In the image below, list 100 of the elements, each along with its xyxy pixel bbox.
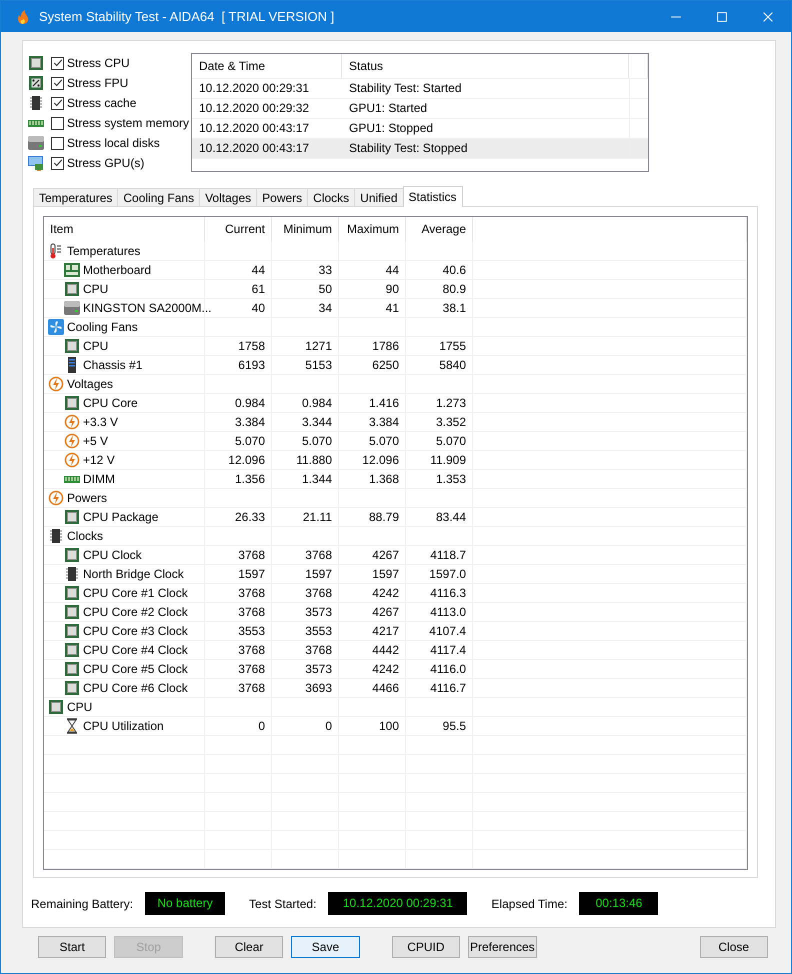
table-cell: 4242 <box>339 584 406 602</box>
button[interactable]: Save <box>291 936 360 958</box>
table-cell: 34 <box>272 299 339 317</box>
row-label: Cooling Fans <box>67 320 138 334</box>
table-cell: 3573 <box>272 603 339 621</box>
table-cell: 11.909 <box>406 451 473 469</box>
row-label: CPU <box>83 282 108 296</box>
table-cell: 80.9 <box>406 280 473 298</box>
selected-row-highlight[interactable]: 10.12.2020 00:43:17 Stability Test: Stopped <box>192 139 648 159</box>
row-label: CPU Core #5 Clock <box>83 662 188 676</box>
column-header[interactable]: Date & Time <box>192 54 342 78</box>
table-cell: 5153 <box>272 356 339 374</box>
close-icon <box>763 12 773 22</box>
table-cell: 3768 <box>205 603 272 621</box>
table-cell: 4442 <box>339 641 406 659</box>
chip-icon <box>64 680 80 696</box>
lightning-icon <box>48 490 64 506</box>
tab[interactable]: Statistics <box>402 186 463 207</box>
table-cell: 1597.0 <box>406 565 473 583</box>
table-cell: 1.353 <box>406 470 473 488</box>
row-label: DIMM <box>83 472 115 486</box>
table-cell: 41 <box>339 299 406 317</box>
field-label: Elapsed Time: <box>491 896 568 910</box>
row-label: Motherboard <box>83 263 152 277</box>
memory-chip-icon <box>27 95 45 111</box>
chip-icon <box>27 55 45 71</box>
table-cell: 3768 <box>205 641 272 659</box>
table-cell: 3.352 <box>406 413 473 431</box>
row-label: CPU Core #1 Clock <box>83 586 188 600</box>
lightning-icon <box>64 433 80 449</box>
table-cell: 5.070 <box>272 432 339 450</box>
tab[interactable]: Clocks <box>307 188 356 207</box>
table-cell: 21.11 <box>272 508 339 526</box>
row-label: CPU Core #3 Clock <box>83 624 188 638</box>
checkbox-label[interactable]: Stress GPU(s) <box>67 156 144 170</box>
button[interactable]: Start <box>38 936 106 958</box>
table-cell: 3693 <box>272 679 339 697</box>
button[interactable]: Close <box>700 936 768 958</box>
button[interactable]: Preferences <box>468 936 537 958</box>
tab[interactable]: Voltages <box>199 188 258 207</box>
table-cell: 5.070 <box>205 432 272 450</box>
checkbox[interactable] <box>51 76 64 90</box>
lightning-icon <box>64 452 80 468</box>
field-label: Test Started: <box>249 896 316 910</box>
table-cell: 0.984 <box>272 394 339 412</box>
lightning-icon <box>64 414 80 430</box>
table-cell: 1.368 <box>339 470 406 488</box>
checkbox-label[interactable]: Stress cache <box>67 96 136 110</box>
tab[interactable]: Temperatures <box>33 188 118 207</box>
table-cell: 40.6 <box>406 261 473 279</box>
memory-chip-icon <box>48 528 64 544</box>
row-label: CPU <box>67 700 92 714</box>
checkbox[interactable] <box>51 56 64 70</box>
thermometer-icon <box>48 243 64 259</box>
table-cell: 88.79 <box>339 508 406 526</box>
status-display: 00:13:46 <box>579 892 658 915</box>
row-label: CPU Core #6 Clock <box>83 681 188 695</box>
checkbox[interactable] <box>51 156 64 170</box>
table-cell: 3768 <box>205 546 272 564</box>
table-cell: 3.384 <box>205 413 272 431</box>
tab[interactable]: Cooling Fans <box>117 188 200 207</box>
table-cell-text: Stability Test: Started <box>348 80 462 97</box>
table-cell: 4267 <box>339 603 406 621</box>
table-cell-text: 10.12.2020 00:43:17 <box>198 140 310 157</box>
row-label: +5 V <box>83 434 108 448</box>
checkbox[interactable] <box>51 136 64 150</box>
table-cell: 1.273 <box>406 394 473 412</box>
chip-icon <box>64 338 80 354</box>
column-header[interactable]: Current <box>205 217 272 242</box>
checkbox-label[interactable]: Stress system memory <box>67 116 190 130</box>
table-cell: 12.096 <box>339 451 406 469</box>
checkbox-label[interactable]: Stress FPU <box>67 76 128 90</box>
checkbox[interactable] <box>51 116 64 130</box>
table-cell: 11.880 <box>272 451 339 469</box>
table-cell: 1786 <box>339 337 406 355</box>
checkbox-label[interactable]: Stress CPU <box>67 56 130 70</box>
chip-icon <box>27 75 45 91</box>
column-header[interactable]: Status <box>342 54 629 78</box>
column-header[interactable]: Item <box>44 217 205 242</box>
button[interactable]: Clear <box>214 936 284 958</box>
table-cell: 90 <box>339 280 406 298</box>
table-cell: 3.384 <box>339 413 406 431</box>
column-header[interactable]: Minimum <box>272 217 339 242</box>
column-header[interactable]: Maximum <box>339 217 406 242</box>
table-cell: 61 <box>205 280 272 298</box>
table-cell: 38.1 <box>406 299 473 317</box>
tab[interactable]: Powers <box>256 188 308 207</box>
lightning-icon <box>48 376 64 392</box>
row-label: CPU Core <box>83 396 138 410</box>
column-header[interactable]: Average <box>406 217 473 242</box>
checkbox[interactable] <box>51 96 64 110</box>
motherboard-icon <box>64 262 80 278</box>
table-cell: 4116.7 <box>406 679 473 697</box>
monitor-icon <box>27 155 45 171</box>
chip-icon <box>64 585 80 601</box>
checkbox-label[interactable]: Stress local disks <box>67 136 160 150</box>
tab[interactable]: Unified <box>354 188 404 207</box>
row-label: KINGSTON SA2000M... <box>83 301 212 315</box>
table-cell: 1.344 <box>272 470 339 488</box>
button[interactable]: CPUID <box>392 936 460 958</box>
